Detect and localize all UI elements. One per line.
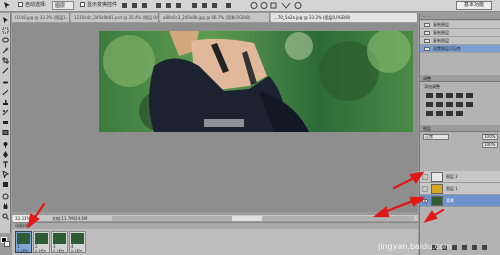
- magic-wand-tool-icon[interactable]: [2, 47, 9, 54]
- align-buttons[interactable]: [120, 1, 240, 10]
- dodge-tool-icon[interactable]: [2, 141, 9, 148]
- layer-name: 背景: [446, 198, 454, 203]
- layer-name: 图层 2: [446, 174, 458, 179]
- status-bar: 33.33% 文档:11.7M/24.6M: [12, 214, 418, 222]
- add-adjustment-label: 添加调整: [424, 84, 440, 89]
- layer-row-active[interactable]: 背景: [420, 195, 500, 207]
- clone-stamp-tool-icon[interactable]: [2, 99, 9, 106]
- layer-thumbnail: [431, 184, 443, 194]
- history-step-icon: [424, 23, 430, 27]
- show-transform-label: 显示变换控件: [87, 2, 118, 8]
- horizontal-scrollbar[interactable]: [112, 216, 414, 221]
- history-panel-header[interactable]: ··· ··: [420, 13, 500, 20]
- frame-thumbnail: [35, 233, 48, 244]
- fill-field[interactable]: 100%: [482, 142, 498, 148]
- history-item-label: 复制图层: [433, 38, 449, 43]
- 3d-rotate-tool-icon[interactable]: [2, 193, 9, 200]
- history-item-label: 复制图层: [433, 22, 449, 27]
- blend-mode-dropdown[interactable]: 正常: [423, 134, 449, 140]
- path-selection-tool-icon[interactable]: [2, 171, 9, 178]
- layer-thumbnail: [431, 196, 443, 206]
- crop-tool-icon[interactable]: [2, 57, 9, 64]
- layer-row[interactable]: 图层 1: [420, 183, 500, 195]
- frame-delay[interactable]: 0.1秒▾: [17, 249, 28, 253]
- gradient-tool-icon[interactable]: [2, 129, 9, 136]
- lasso-tool-icon[interactable]: [2, 37, 9, 44]
- document-tab[interactable]: 1216a4c_2d5e8b81.psd @ 25.4% (图层 0/8): [71, 13, 159, 22]
- history-panel-dots: ··· ··: [423, 14, 431, 19]
- frame-delay[interactable]: 0.1秒▾: [53, 249, 64, 253]
- history-item-label: 设置图层可见性: [433, 46, 461, 51]
- document-tab-active[interactable]: ...70_5a2e.jpg @ 33.3% (图层0,RGB/8): [271, 13, 418, 22]
- document-tab-bar: (10)8.jpg @ 33.3% (图层1... 1216a4c_2d5e8b…: [12, 13, 418, 22]
- opacity-field[interactable]: 100%: [482, 134, 498, 140]
- brush-tool-icon[interactable]: [2, 89, 9, 96]
- background-color-swatch[interactable]: [4, 241, 10, 247]
- tools-panel: [0, 13, 11, 247]
- history-step-icon: [424, 31, 430, 35]
- pen-tool-icon[interactable]: [2, 151, 9, 158]
- frame-thumbnail: [17, 233, 30, 244]
- frame-thumbnail: [71, 233, 84, 244]
- history-item-active[interactable]: 设置图层可见性: [420, 45, 500, 53]
- animation-frame[interactable]: 1 0.1秒▾: [15, 231, 32, 253]
- frame-delay[interactable]: 0.1秒▾: [71, 249, 82, 253]
- history-step-icon: [424, 39, 430, 43]
- move-tool-icon[interactable]: [3, 1, 12, 10]
- adjustments-panel-header[interactable]: 调整: [420, 75, 500, 82]
- canvas-photo[interactable]: [99, 31, 413, 132]
- history-step-icon: [424, 47, 430, 51]
- adjustment-icons[interactable]: [424, 91, 496, 121]
- eye-icon[interactable]: [422, 198, 428, 204]
- zoom-level-field[interactable]: 33.33%: [13, 215, 35, 222]
- type-tool-icon[interactable]: [2, 161, 9, 168]
- document-tab[interactable]: a88e5c3_2d5e8b.jpg @ 66.7% (背景,RGB/8): [160, 13, 270, 22]
- auto-select-checkbox[interactable]: [18, 1, 23, 10]
- right-panel-dock: ··· ·· 复制图层 复制图层 复制图层 设置图层可见性 调整 添加调整 图层…: [419, 13, 500, 255]
- animation-frame[interactable]: 4 0.1秒▾: [69, 231, 86, 253]
- animation-frame[interactable]: 3 0.1秒▾: [51, 231, 68, 253]
- layer-row[interactable]: 图层 2: [420, 171, 500, 183]
- history-item-label: 复制图层: [433, 30, 449, 35]
- layer-visibility-icon[interactable]: [422, 174, 428, 180]
- watermark-text: jingyan.baidu.com: [378, 242, 452, 251]
- scrollbar-thumb[interactable]: [232, 216, 262, 221]
- 3d-tool-icons[interactable]: [250, 1, 310, 10]
- layer-name: 图层 1: [446, 186, 458, 191]
- animation-panel-title: 动画(帧): [12, 223, 418, 229]
- options-bar: 自动选择: 图层 显示变换控件 基本功能: [0, 0, 500, 12]
- marquee-tool-icon[interactable]: [2, 27, 9, 34]
- layer-thumbnail: [431, 172, 443, 182]
- history-item[interactable]: 复制图层: [420, 29, 500, 37]
- frame-thumbnail: [53, 233, 66, 244]
- eyedropper-tool-icon[interactable]: [2, 67, 9, 74]
- hand-tool-icon[interactable]: [2, 203, 9, 210]
- history-brush-tool-icon[interactable]: [2, 109, 9, 116]
- move-tool-icon[interactable]: [2, 17, 9, 24]
- essentials-workspace-button[interactable]: 基本功能: [456, 1, 492, 10]
- layers-panel-header[interactable]: 图层: [420, 125, 500, 132]
- layer-visibility-icon[interactable]: [422, 186, 428, 192]
- animation-frame[interactable]: 2 0.1秒▾: [33, 231, 50, 253]
- eraser-tool-icon[interactable]: [2, 119, 9, 126]
- shape-tool-icon[interactable]: [2, 181, 9, 188]
- show-transform-checkbox[interactable]: [80, 1, 85, 10]
- auto-select-dropdown[interactable]: 图层: [52, 1, 74, 10]
- document-tab[interactable]: (10)8.jpg @ 33.3% (图层1...: [12, 13, 70, 22]
- auto-select-label: 自动选择:: [25, 2, 47, 8]
- zoom-tool-icon[interactable]: [2, 213, 9, 220]
- healing-brush-tool-icon[interactable]: [2, 79, 9, 86]
- frame-delay[interactable]: 0.1秒▾: [35, 249, 46, 253]
- history-item[interactable]: 复制图层: [420, 37, 500, 45]
- history-item[interactable]: 复制图层: [420, 21, 500, 29]
- canvas-area[interactable]: [12, 23, 418, 212]
- animation-panel: 动画(帧) 1 0.1秒▾ 2 0.1秒▾ 3 0.1秒▾ 4 0.1秒▾: [12, 222, 418, 255]
- document-size: 文档:11.7M/24.6M: [52, 216, 88, 221]
